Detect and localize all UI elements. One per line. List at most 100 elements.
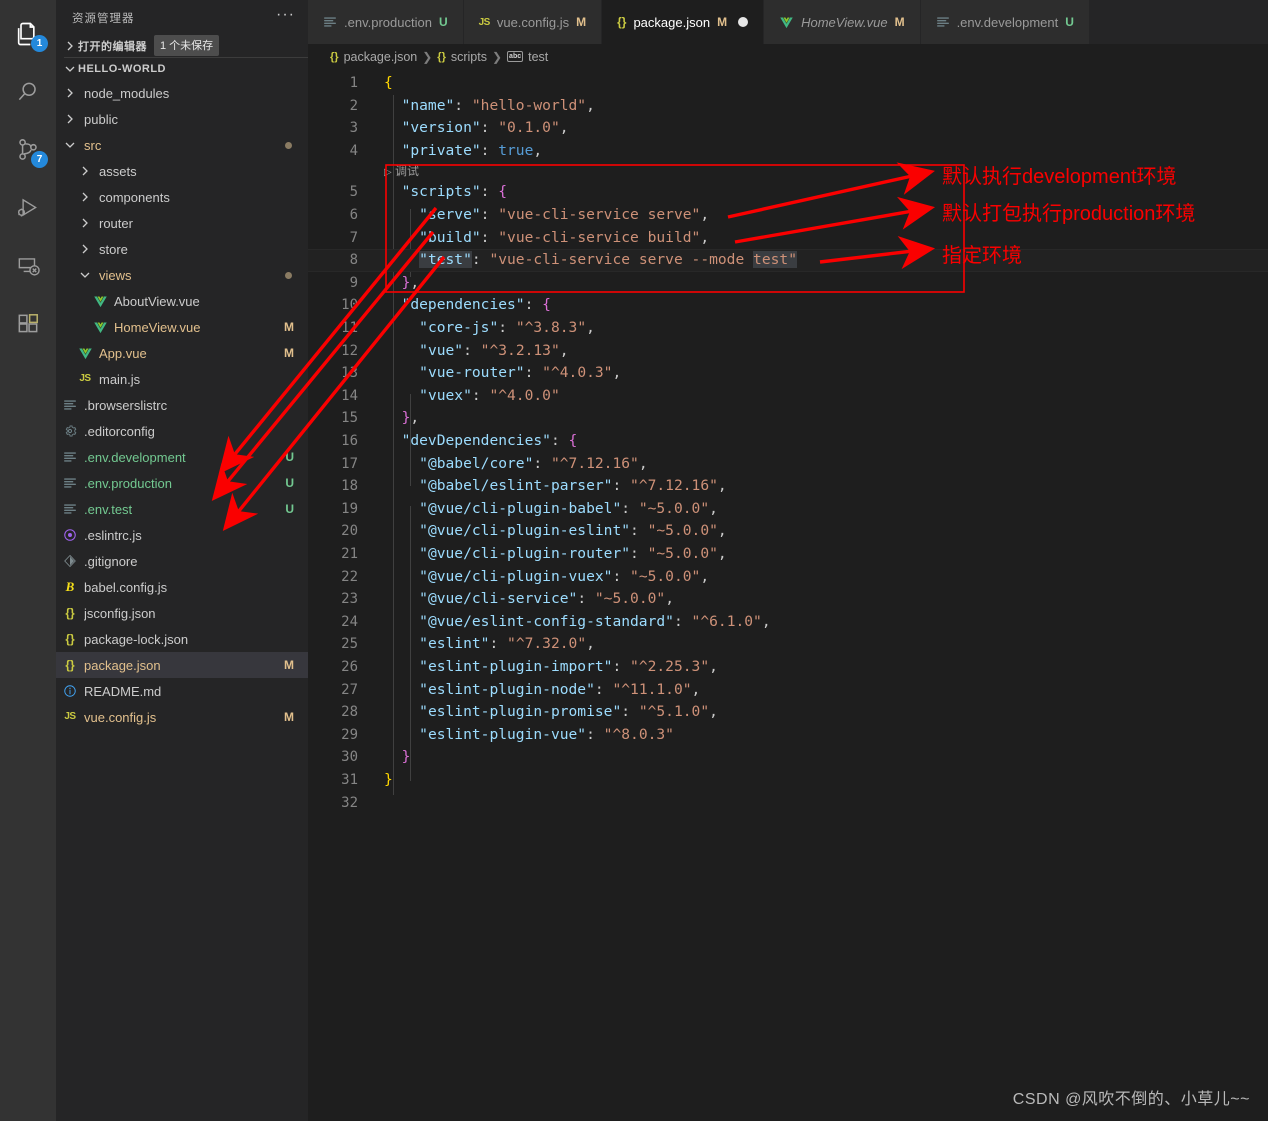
tree-item-app.vue[interactable]: App.vue M — [56, 340, 308, 366]
tree-item-store[interactable]: store — [56, 236, 308, 262]
tab-.env.production[interactable]: .env.production U — [308, 0, 464, 44]
tree-item-vue.config.js[interactable]: JS vue.config.js M — [56, 704, 308, 730]
breadcrumb-separator-icon: ❯ — [491, 50, 503, 64]
tree-item-.env.development[interactable]: .env.development U — [56, 444, 308, 470]
tree-item-label: .editorconfig — [84, 423, 155, 439]
code-line[interactable]: 27 "eslint-plugin-node": "^11.1.0", — [308, 679, 1268, 702]
code-editor[interactable]: 1{2 "name": "hello-world", 3 "version": "… — [308, 69, 1268, 1121]
tree-item-package-lock.json[interactable]: {} package-lock.json — [56, 626, 308, 652]
tree-item-label: router — [99, 215, 133, 231]
tree-item-.editorconfig[interactable]: .editorconfig — [56, 418, 308, 444]
babel-icon: B — [65, 579, 75, 594]
breadcrumb-item-package.json[interactable]: {} package.json — [330, 50, 417, 64]
tree-item-.eslintrc.js[interactable]: .eslintrc.js — [56, 522, 308, 548]
activity-item-source-control[interactable]: 7 — [0, 122, 56, 178]
activity-item-explorer[interactable]: 1 — [0, 6, 56, 62]
code-line[interactable]: 12 "vue": "^3.2.13", — [308, 340, 1268, 363]
tab-.env.development[interactable]: .env.development U — [920, 0, 1090, 44]
line-content: "vuex": "^4.0.0" — [419, 386, 560, 404]
code-line[interactable]: 32 — [308, 792, 1268, 815]
activity-item-extensions[interactable] — [0, 296, 56, 352]
code-line[interactable]: 3 "version": "0.1.0", — [308, 117, 1268, 140]
tab-dirty-indicator[interactable] — [738, 17, 749, 27]
tree-item-label: .browserslistrc — [84, 397, 168, 413]
tree-item-main.js[interactable]: JS main.js — [56, 366, 308, 392]
tree-item-label: babel.config.js — [84, 579, 168, 595]
tree-item-assets[interactable]: assets — [56, 158, 308, 184]
codelens-debug[interactable]: ▷ 调试 — [384, 162, 419, 181]
tree-item-.env.test[interactable]: .env.test U — [56, 496, 308, 522]
code-line[interactable]: 18 "@babel/eslint-parser": "^7.12.16", — [308, 475, 1268, 498]
tree-item-label: package.json — [84, 657, 161, 673]
code-line[interactable]: 10 "dependencies": { — [308, 294, 1268, 317]
code-line[interactable]: 23 "@vue/cli-service": "~5.0.0", — [308, 588, 1268, 611]
eslint-icon — [62, 527, 78, 543]
code-line[interactable]: 31} — [308, 769, 1268, 792]
tree-item-.browserslistrc[interactable]: .browserslistrc — [56, 392, 308, 418]
code-line[interactable]: 28 "eslint-plugin-promise": "^5.1.0", — [308, 701, 1268, 724]
code-line[interactable]: 26 "eslint-plugin-import": "^2.25.3", — [308, 656, 1268, 679]
tree-item-.gitignore[interactable]: .gitignore — [56, 548, 308, 574]
section-project-root[interactable]: HELLO-WORLD — [56, 58, 308, 80]
tree-item-public[interactable]: public — [56, 106, 308, 132]
tree-item-router[interactable]: router — [56, 210, 308, 236]
code-line[interactable]: 1{ — [308, 72, 1268, 95]
line-number: 6 — [349, 207, 358, 223]
line-content: "version": "0.1.0", — [401, 119, 569, 137]
tree-item-jsconfig.json[interactable]: {} jsconfig.json — [56, 600, 308, 626]
tree-item-readme.md[interactable]: README.md — [56, 678, 308, 704]
chevron-right-icon — [62, 85, 78, 101]
line-content: "@babel/eslint-parser": "^7.12.16", — [419, 477, 727, 495]
tree-item-homeview.vue[interactable]: HomeView.vue M — [56, 314, 308, 340]
code-line[interactable]: 21 "@vue/cli-plugin-router": "~5.0.0", — [308, 543, 1268, 566]
activity-item-search[interactable] — [0, 64, 56, 120]
json-icon: {} — [65, 632, 75, 646]
line-number: 24 — [341, 613, 358, 630]
tab-homeview.vue[interactable]: HomeView.vue M — [764, 0, 921, 44]
line-content: "build": "vue-cli-service build", — [419, 228, 710, 246]
code-line[interactable]: 8 "test": "vue-cli-service serve --mode … — [308, 249, 1268, 272]
source-control-badge: 7 — [31, 151, 48, 168]
breadcrumb: {} package.json ❯ {} scripts ❯ abc test — [308, 45, 1268, 69]
line-number: 30 — [341, 749, 358, 766]
activity-item-remote-explorer[interactable] — [0, 238, 56, 294]
code-line[interactable]: 30 } — [308, 746, 1268, 769]
line-number: 25 — [341, 636, 358, 653]
git-icon — [62, 553, 78, 569]
tree-item-.env.production[interactable]: .env.production U — [56, 470, 308, 496]
vue-icon — [77, 345, 93, 361]
tree-item-aboutview.vue[interactable]: AboutView.vue — [56, 288, 308, 314]
breadcrumb-item-scripts[interactable]: {} scripts — [437, 50, 487, 64]
tab-vue.config.js[interactable]: JS vue.config.js M — [463, 0, 603, 44]
code-line[interactable]: 17 "@babel/core": "^7.12.16", — [308, 453, 1268, 476]
code-line[interactable]: 29 "eslint-plugin-vue": "^8.0.3" — [308, 724, 1268, 747]
code-line[interactable]: 22 "@vue/cli-plugin-vuex": "~5.0.0", — [308, 566, 1268, 589]
code-line[interactable]: 20 "@vue/cli-plugin-eslint": "~5.0.0", — [308, 520, 1268, 543]
code-line[interactable]: 16 "devDependencies": { — [308, 430, 1268, 453]
tree-item-babel.config.js[interactable]: Bbabel.config.js — [56, 574, 308, 600]
code-line[interactable]: 4 "private": true, — [308, 140, 1268, 163]
tree-item-components[interactable]: components — [56, 184, 308, 210]
line-content: "name": "hello-world", — [401, 96, 595, 114]
tree-item-src[interactable]: src — [56, 132, 308, 158]
tab-package.json[interactable]: {} package.json M — [602, 0, 765, 44]
tree-item-node-modules[interactable]: node_modules — [56, 80, 308, 106]
code-line[interactable]: 24 "@vue/eslint-config-standard": "^6.1.… — [308, 611, 1268, 634]
tree-item-label: .eslintrc.js — [84, 527, 142, 543]
code-line[interactable]: 2 "name": "hello-world", — [308, 95, 1268, 118]
activity-item-run-and-debug[interactable] — [0, 180, 56, 236]
code-line[interactable]: 7 "build": "vue-cli-service build", — [308, 227, 1268, 250]
more-actions-icon[interactable]: ··· — [273, 6, 298, 25]
line-number: 5 — [349, 184, 358, 201]
tree-item-views[interactable]: views — [56, 262, 308, 288]
code-line[interactable]: 13 "vue-router": "^4.0.3", — [308, 362, 1268, 385]
code-line[interactable]: 14 "vuex": "^4.0.0" — [308, 385, 1268, 408]
breadcrumb-item-test[interactable]: abc test — [507, 50, 548, 64]
section-open-editors[interactable]: 打开的编辑器 1 个未保存 — [56, 35, 308, 57]
code-line[interactable]: 15 }, — [308, 407, 1268, 430]
code-line[interactable]: 11 "core-js": "^3.8.3", — [308, 317, 1268, 340]
code-line[interactable]: 19 "@vue/cli-plugin-babel": "~5.0.0", — [308, 498, 1268, 521]
code-line[interactable]: 9 }, — [308, 272, 1268, 295]
code-line[interactable]: 25 "eslint": "^7.32.0", — [308, 633, 1268, 656]
tree-item-package.json[interactable]: {} package.json M — [56, 652, 308, 678]
